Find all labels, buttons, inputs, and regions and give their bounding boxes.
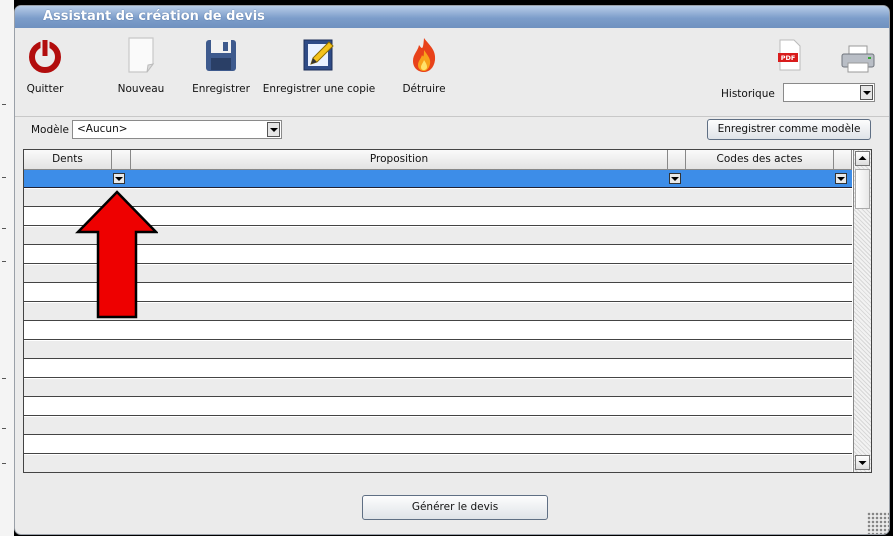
background-window-strip	[0, 0, 14, 536]
vertical-scrollbar[interactable]	[853, 150, 871, 472]
dents-dropdown-button[interactable]	[113, 173, 125, 184]
model-label: Modèle	[31, 124, 69, 136]
model-value: <Aucun>	[77, 123, 128, 135]
column-header-proposition[interactable]: Proposition	[131, 150, 668, 170]
scroll-up-button[interactable]	[855, 151, 870, 166]
table-row[interactable]	[24, 341, 852, 359]
table-row[interactable]	[24, 436, 852, 454]
column-header-spacer	[668, 150, 686, 170]
new-button[interactable]: Nouveau	[115, 34, 167, 95]
destroy-label: Détruire	[402, 83, 446, 95]
resize-grip[interactable]	[867, 512, 889, 534]
history-label: Historique	[721, 88, 775, 100]
table-row[interactable]	[24, 379, 852, 397]
save-copy-label: Enregistrer une copie	[262, 83, 376, 95]
table-row[interactable]	[24, 455, 852, 472]
chevron-up-icon	[858, 156, 867, 160]
table-row[interactable]	[24, 417, 852, 435]
pdf-badge: PDF	[781, 54, 796, 62]
table-row[interactable]	[24, 398, 852, 416]
save-button[interactable]: Enregistrer	[187, 34, 255, 95]
chevron-down-icon	[858, 461, 867, 465]
model-select[interactable]: <Aucun>	[72, 120, 282, 139]
history-select[interactable]	[783, 83, 875, 102]
destroy-button[interactable]: Détruire	[397, 34, 451, 95]
new-label: Nouveau	[117, 83, 165, 95]
generate-quote-button[interactable]: Générer le devis	[362, 495, 548, 520]
edit-pencil-icon	[299, 34, 339, 76]
scroll-thumb[interactable]	[855, 169, 870, 209]
print-button[interactable]	[840, 44, 876, 74]
column-header-codes-actes[interactable]: Codes des actes	[686, 150, 834, 170]
codes-dropdown-button[interactable]	[835, 173, 847, 184]
quit-button[interactable]: Quitter	[25, 34, 65, 95]
quit-label: Quitter	[26, 83, 64, 95]
title-bar[interactable]: Assistant de création de devis	[15, 6, 889, 28]
power-icon	[25, 34, 65, 76]
table-row[interactable]	[24, 360, 852, 378]
column-header-dents[interactable]: Dents	[24, 150, 112, 170]
red-arrow-annotation	[75, 190, 158, 319]
save-as-model-button[interactable]: Enregistrer comme modèle	[707, 119, 871, 140]
window-title: Assistant de création de devis	[43, 9, 265, 24]
pdf-icon: PDF	[778, 39, 801, 71]
proposition-dropdown-button[interactable]	[669, 173, 681, 184]
chevron-down-icon[interactable]	[860, 85, 873, 100]
table-row[interactable]	[24, 322, 852, 340]
save-label: Enregistrer	[192, 83, 250, 95]
new-document-icon	[121, 34, 161, 76]
column-header-spacer	[834, 150, 852, 170]
toolbar-divider	[15, 116, 889, 117]
save-copy-button[interactable]: Enregistrer une copie	[261, 34, 377, 95]
printer-icon	[841, 45, 875, 73]
chevron-down-icon[interactable]	[267, 122, 280, 137]
scroll-down-button[interactable]	[855, 455, 870, 470]
floppy-disk-icon	[201, 34, 241, 76]
column-header-spacer	[112, 150, 131, 170]
fire-icon	[404, 34, 444, 76]
pdf-export-button[interactable]: PDF	[777, 38, 803, 72]
